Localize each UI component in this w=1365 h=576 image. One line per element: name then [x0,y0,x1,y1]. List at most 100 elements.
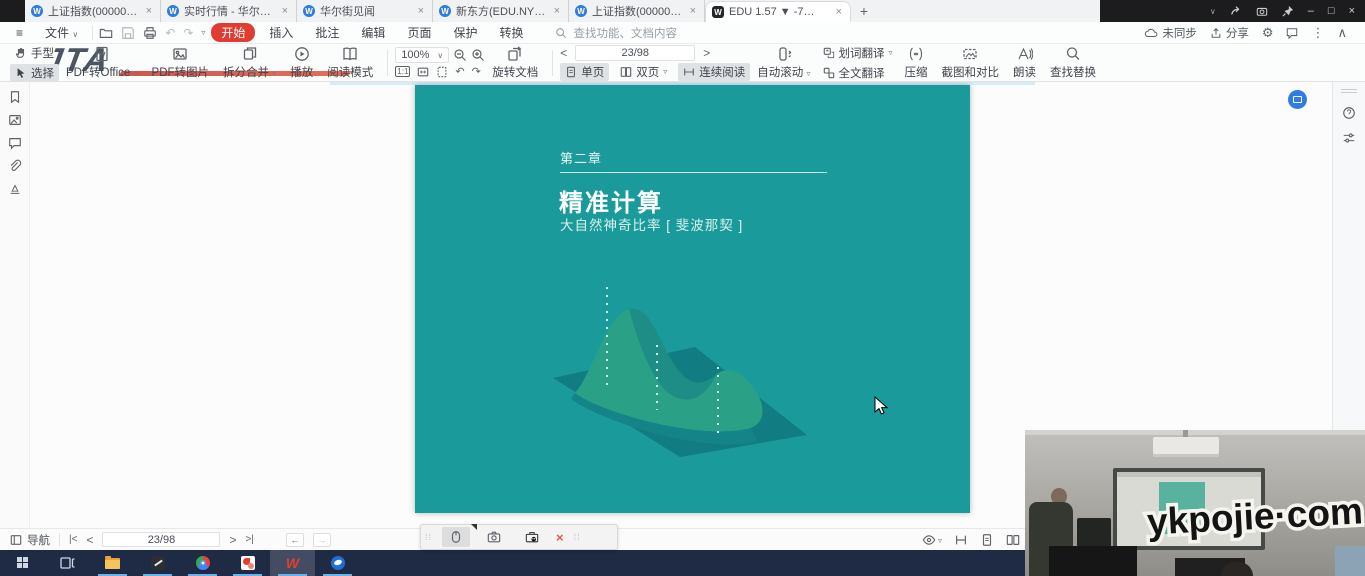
recorder-dropdown-icon[interactable]: ∨ [1210,7,1216,16]
double-page-button[interactable]: 双页 ▿ [615,63,672,81]
feedback-icon[interactable] [1286,27,1298,39]
help-icon[interactable] [1342,106,1356,120]
pin-icon[interactable] [1282,5,1294,17]
task-view-button[interactable] [45,550,90,576]
play-button[interactable]: 播放 [283,45,320,81]
tab-close-icon[interactable]: × [834,6,844,18]
rotate-left-icon[interactable]: ↶ [455,65,464,78]
camera-icon[interactable] [1256,5,1268,17]
menu-item-convert[interactable]: 转换 [491,24,531,41]
stamp-icon[interactable] [8,182,22,196]
search-input[interactable]: 查找功能、文档内容 [555,25,825,41]
wps-button[interactable]: W [270,550,315,576]
comments-icon[interactable] [8,136,22,150]
actual-size-button[interactable]: 1:1 [395,66,410,77]
drag-handle-icon[interactable]: ⁞⁞ [574,532,581,542]
share-button[interactable]: 分享 [1210,25,1249,41]
red-app-button[interactable] [225,550,270,576]
browser-tab-active[interactable]: W EDU 1.57 ▼ -7… × [705,1,851,22]
file-menu[interactable]: 文件 ∨ [37,24,86,41]
zoom-in-icon[interactable] [471,48,485,62]
continuous-view-icon[interactable] [954,533,968,547]
drag-handle-icon[interactable]: ⁞⁞ [425,532,432,542]
menu-item-comment[interactable]: 批注 [307,24,347,41]
first-page-button[interactable]: |< [69,534,77,545]
menu-item-page[interactable]: 页面 [399,24,439,41]
tab-close-icon[interactable]: × [416,5,426,17]
tab-close-icon[interactable]: × [280,5,290,17]
new-tab-button[interactable]: + [851,0,877,22]
pdf-page[interactable]: 第二章 精准计算 大自然神奇比率 [ 斐波那契 ] [415,85,970,513]
view-settings-icon[interactable] [1342,131,1356,145]
read-mode-button[interactable]: 阅读模式 [320,45,380,81]
screenshot-button[interactable] [480,527,508,547]
tab-close-icon[interactable]: × [688,5,698,17]
compress-button[interactable]: 压缩 [898,45,935,81]
minimize-button[interactable]: – [1308,5,1314,17]
tab-close-icon[interactable]: × [144,5,154,17]
menu-item-home[interactable]: 开始 [211,23,255,42]
page-number-input[interactable]: 23/98 [102,532,220,547]
settings-gear-icon[interactable]: ⚙ [1262,25,1274,41]
screenshot-app-button[interactable] [135,550,180,576]
share-forward-icon[interactable] [1230,5,1242,17]
mouse-mode-button[interactable] [442,527,470,547]
hand-tool-button[interactable]: 手型 [10,44,59,62]
thumbnails-icon[interactable] [8,113,22,127]
single-page-button[interactable]: 单页 [560,63,609,81]
split-merge-button[interactable]: 拆分合并 ▿ [216,45,283,81]
fit-page-icon[interactable] [436,66,448,78]
history-back-button[interactable]: ← [286,533,304,547]
close-annotation-icon[interactable]: × [556,530,564,545]
print-icon[interactable] [143,26,157,40]
close-button[interactable]: × [1349,5,1355,17]
previous-page-button[interactable]: < [560,46,567,60]
rotate-right-icon[interactable]: ↷ [472,65,481,78]
menu-item-insert[interactable]: 插入 [261,24,301,41]
redo-icon[interactable]: ↷ [183,26,193,40]
more-options-icon[interactable]: ⋮ [1311,25,1324,41]
single-page-view-icon[interactable] [980,533,994,547]
start-button[interactable] [0,550,45,576]
fit-width-icon[interactable] [417,66,429,78]
rotate-document-button[interactable]: 旋转文档 [485,45,545,81]
auto-scroll-button[interactable]: 自动滚动 ▿ [750,45,817,81]
browser-tab[interactable]: W 新东方(EDU.NYS… × [433,0,569,22]
last-page-button[interactable]: >| [245,534,253,545]
previous-page-button[interactable]: < [86,533,93,547]
hamburger-icon[interactable]: ≡ [8,26,31,40]
double-page-view-icon[interactable] [1006,533,1020,547]
snapshot-compare-button[interactable]: 截图和对比 [935,45,1007,81]
pdf-to-office-button[interactable]: PDF转Office ▿ [59,45,145,81]
restore-button[interactable]: □ [1328,5,1335,17]
browser-tab[interactable]: W 华尔街见闻 × [297,0,433,22]
file-explorer-button[interactable] [90,550,135,576]
sync-status[interactable]: 未同步 [1144,25,1197,41]
eye-protect-button[interactable]: ▿ [922,533,942,547]
open-folder-icon[interactable] [99,26,113,40]
browser-tab[interactable]: W 上证指数(000001… × [569,0,705,22]
read-aloud-button[interactable]: 朗读 [1006,45,1043,81]
next-page-button[interactable]: > [703,46,710,60]
zoom-level-select[interactable]: 100%∨ [395,47,449,63]
continuous-read-button[interactable]: 连续阅读 [678,63,750,81]
word-translate-button[interactable]: 划词翻译 ▿ [818,44,898,62]
page-number-input[interactable]: 23/98 [575,45,695,61]
bookmarks-icon[interactable] [8,90,22,104]
full-translate-button[interactable]: 全文翻译 [818,64,898,82]
customize-quickbar-icon[interactable]: ▿ [201,28,205,37]
select-tool-button[interactable]: 选择 [10,64,59,82]
menu-item-protect[interactable]: 保护 [445,24,485,41]
history-forward-button[interactable]: → [313,533,331,547]
toolbox-button[interactable] [518,527,546,547]
find-replace-button[interactable]: 查找替换 [1043,45,1103,81]
save-icon[interactable] [121,26,135,40]
tab-close-icon[interactable]: × [552,5,562,17]
floating-translate-badge[interactable] [1288,90,1307,109]
next-page-button[interactable]: > [229,533,236,547]
zoom-out-icon[interactable] [453,48,467,62]
browser-tab[interactable]: W 上证指数(00000… × [25,0,161,22]
browser-tab[interactable]: W 实时行情 - 华尔街… × [161,0,297,22]
blue-app-button[interactable] [315,550,360,576]
panel-grip-handle[interactable] [1341,87,1357,95]
